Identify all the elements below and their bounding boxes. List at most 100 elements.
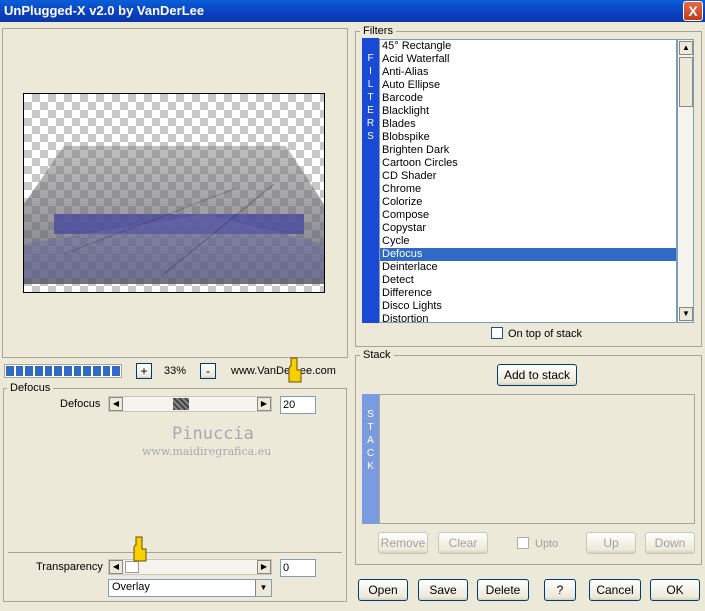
side-letter: T <box>367 422 374 433</box>
pointing-hand-icon <box>288 357 302 383</box>
filter-item[interactable]: CD Shader <box>380 170 676 183</box>
transparency-value-input[interactable]: 0 <box>280 559 316 577</box>
stack-side-label: STACK <box>362 408 379 473</box>
save-button[interactable]: Save <box>418 579 468 601</box>
side-letter: L <box>367 79 374 90</box>
side-letter: K <box>367 461 374 472</box>
filter-list-scrollbar[interactable]: ▲ ▼ <box>677 39 694 323</box>
progress-bar <box>4 364 122 378</box>
zoom-out-button[interactable]: - <box>200 363 216 379</box>
slider-thumb[interactable] <box>173 398 189 410</box>
filter-item[interactable]: Detect <box>380 274 676 287</box>
title-bar: UnPlugged-X v2.0 by VanDerLee X <box>0 0 705 22</box>
add-to-stack-button[interactable]: Add to stack <box>497 364 577 386</box>
progress-segment <box>35 366 43 376</box>
down-button[interactable]: Down <box>645 532 695 554</box>
filter-item[interactable]: Difference <box>380 287 676 300</box>
cancel-button[interactable]: Cancel <box>589 579 641 601</box>
remove-button[interactable]: Remove <box>378 532 428 554</box>
stack-list[interactable] <box>379 394 695 524</box>
progress-segment <box>15 366 24 376</box>
filter-item[interactable]: Anti-Alias <box>380 66 676 79</box>
progress-segment <box>93 366 101 376</box>
preview-artwork <box>24 146 324 284</box>
filter-item[interactable]: Blobspike <box>380 131 676 144</box>
filter-item[interactable]: Cartoon Circles <box>380 157 676 170</box>
filters-side-strip: FILTERS <box>362 38 379 323</box>
clear-button[interactable]: Clear <box>438 532 488 554</box>
watermark-url: www.maidiregrafica.eu <box>142 445 272 458</box>
ok-button[interactable]: OK <box>650 579 700 601</box>
delete-button[interactable]: Delete <box>477 579 529 601</box>
filter-item[interactable]: Disco Lights <box>380 300 676 313</box>
filter-item[interactable]: Blades <box>380 118 676 131</box>
progress-segment <box>112 366 121 376</box>
filters-side-label: FILTERS <box>362 52 379 143</box>
open-button[interactable]: Open <box>358 579 408 601</box>
filter-item[interactable]: Copystar <box>380 222 676 235</box>
filter-item[interactable]: Distortion <box>380 313 676 322</box>
filter-item[interactable]: Cycle <box>380 235 676 248</box>
website-link[interactable]: www.VanDerLee.com <box>231 365 336 377</box>
zoom-value: 33% <box>164 365 187 377</box>
progress-segment <box>64 366 72 376</box>
progress-segment <box>83 366 92 376</box>
preview-pane <box>2 28 348 358</box>
filter-item[interactable]: Acid Waterfall <box>380 53 676 66</box>
help-button[interactable]: ? <box>544 579 576 601</box>
filter-item[interactable]: Colorize <box>380 196 676 209</box>
filter-item[interactable]: Defocus <box>380 248 676 261</box>
filter-item[interactable]: Blacklight <box>380 105 676 118</box>
side-letter: T <box>367 92 374 103</box>
on-top-label: On top of stack <box>508 328 582 340</box>
side-letter: S <box>367 409 374 420</box>
slider-right-icon[interactable]: ▶ <box>257 397 271 411</box>
side-letter: I <box>369 66 372 77</box>
filter-item[interactable]: Deinterlace <box>380 261 676 274</box>
filters-side-letters: FILTERS <box>362 52 379 143</box>
filter-item[interactable]: Auto Ellipse <box>380 79 676 92</box>
chevron-down-icon[interactable]: ▼ <box>255 580 271 596</box>
upto-label: Upto <box>535 538 559 550</box>
watermark-name: Pinuccia <box>172 424 254 444</box>
defocus-slider[interactable]: ◀ ▶ <box>108 396 272 412</box>
progress-segment <box>73 366 82 376</box>
scroll-down-icon[interactable]: ▼ <box>679 307 693 321</box>
filter-item[interactable]: Barcode <box>380 92 676 105</box>
filter-item[interactable]: Compose <box>380 209 676 222</box>
stack-side-strip: STACK <box>362 394 379 524</box>
side-letter: E <box>367 105 374 116</box>
progress-segment <box>54 366 63 376</box>
side-letter: S <box>367 131 374 142</box>
slider-left-icon[interactable]: ◀ <box>109 397 123 411</box>
transparency-label: Transparency <box>36 561 103 573</box>
pointing-hand-icon <box>133 536 147 562</box>
close-icon[interactable]: X <box>683 1 703 21</box>
progress-segment <box>6 366 14 376</box>
defocus-value-input[interactable]: 20 <box>280 396 316 414</box>
scroll-up-icon[interactable]: ▲ <box>679 41 693 55</box>
filter-item[interactable]: Chrome <box>380 183 676 196</box>
slider-left-icon[interactable]: ◀ <box>109 560 123 574</box>
blend-mode-value: Overlay <box>112 581 150 593</box>
settings-group-title: Defocus <box>7 382 54 394</box>
filter-item[interactable]: Brighten Dark <box>380 144 676 157</box>
progress-segment <box>44 366 53 376</box>
window-title: UnPlugged-X v2.0 by VanDerLee <box>4 3 205 18</box>
scroll-thumb[interactable] <box>679 57 693 107</box>
filter-list[interactable]: 45° Rectangle Acid Waterfall Anti-Alias Aut… <box>379 39 677 323</box>
up-button[interactable]: Up <box>586 532 636 554</box>
blend-mode-select[interactable]: Overlay ▼ <box>108 579 272 597</box>
filter-item[interactable]: 45° Rectangle <box>380 40 676 53</box>
side-letter: R <box>366 118 375 129</box>
zoom-in-button[interactable]: + <box>136 363 152 379</box>
defocus-label: Defocus <box>60 398 101 410</box>
upto-checkbox[interactable] <box>517 537 529 549</box>
preview-image <box>23 93 325 293</box>
slider-right-icon[interactable]: ▶ <box>257 560 271 574</box>
stack-side-letters: STACK <box>362 408 379 473</box>
on-top-checkbox[interactable] <box>491 327 503 339</box>
side-letter: A <box>367 435 374 446</box>
progress-segment <box>102 366 111 376</box>
filters-group-title: Filters <box>360 25 396 37</box>
